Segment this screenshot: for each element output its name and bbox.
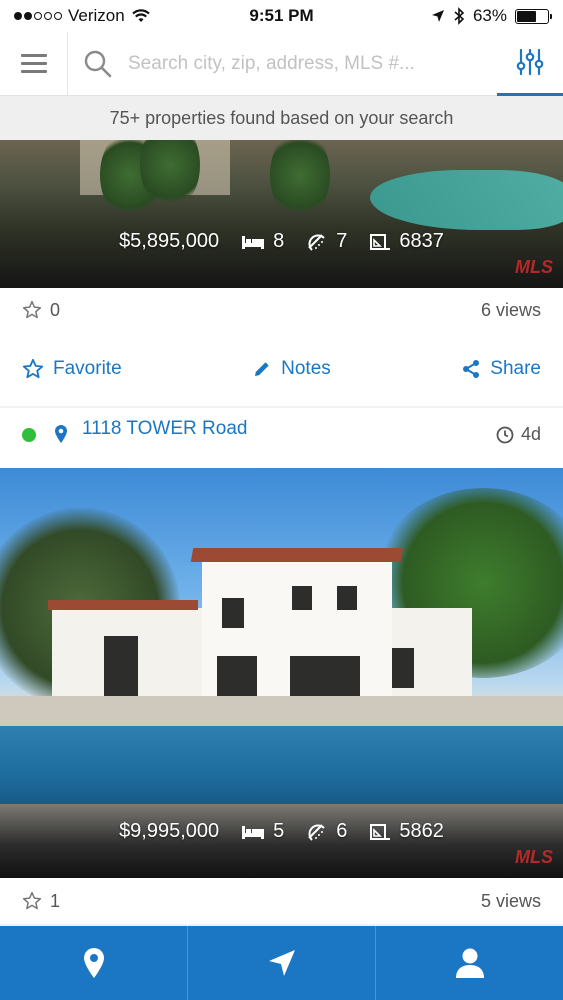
mls-logo: MLS (515, 847, 553, 867)
favorite-count-value: 0 (50, 299, 61, 320)
listing-meta: 1 5 views (0, 878, 563, 924)
bath-icon (308, 233, 326, 251)
listing-meta: 0 6 views (0, 288, 563, 332)
listing-photo[interactable]: $9,995,000 5 6 5862 MLS (0, 468, 563, 878)
status-bar: Verizon 9:51 PM 63% (0, 0, 563, 32)
navigation-icon (268, 950, 295, 976)
tab-map[interactable] (0, 926, 188, 1000)
area-icon (370, 233, 391, 250)
filter-button[interactable] (497, 32, 563, 96)
search-icon (68, 49, 128, 79)
notes-button[interactable]: Notes (252, 358, 331, 380)
beds-count: 5 (273, 820, 285, 842)
baths-stat: 6 (306, 820, 347, 843)
sliders-icon (516, 48, 544, 76)
bottom-tab-bar (0, 926, 563, 1000)
hamburger-line (20, 70, 47, 73)
carrier-label: Verizon (68, 6, 125, 25)
views-count: 6 views (480, 299, 541, 320)
listing-actions: Favorite Notes Share (0, 332, 563, 406)
listing-age: 4d (496, 424, 541, 445)
tab-profile[interactable] (376, 926, 563, 1000)
menu-button[interactable] (0, 31, 68, 96)
favorite-count: 1 (22, 891, 60, 912)
area-icon (370, 823, 391, 840)
active-status-dot (22, 428, 36, 442)
favorite-count: 0 (22, 300, 60, 321)
pencil-icon (255, 362, 269, 376)
hamburger-line (20, 54, 47, 57)
favorite-count-value: 1 (50, 890, 61, 911)
listing-header: 1118 TOWER Road 4d (0, 408, 563, 468)
baths-count: 6 (336, 820, 348, 842)
mls-logo: MLS (515, 257, 553, 277)
share-icon (463, 360, 480, 378)
listing-price: $9,995,000 (119, 820, 220, 842)
results-count-banner: 75+ properties found based on your searc… (0, 96, 563, 140)
bath-icon (308, 823, 326, 841)
bed-icon (242, 235, 265, 249)
star-outline-icon (22, 300, 42, 319)
baths-count: 7 (336, 230, 348, 252)
beds-count: 8 (273, 230, 285, 252)
location-arrow-icon (431, 10, 444, 22)
map-pin-icon (55, 425, 67, 443)
status-left: Verizon (14, 6, 204, 26)
notes-label: Notes (281, 358, 331, 379)
pool-image (0, 726, 563, 804)
signal-strength-icon (14, 12, 62, 20)
listing-footer: 0 6 views Favorite Notes Share (0, 288, 563, 406)
house-image (48, 548, 472, 703)
listing-price: $5,895,000 (119, 230, 220, 252)
listing-stats: $9,995,000 5 6 5862 (0, 820, 563, 843)
sqft-value: 6837 (399, 230, 444, 252)
star-outline-icon (22, 891, 42, 910)
listing-stats: $5,895,000 8 7 6837 (0, 230, 563, 253)
share-label: Share (490, 358, 541, 379)
favorite-label: Favorite (53, 358, 122, 379)
hamburger-line (20, 62, 47, 65)
wifi-icon (131, 9, 150, 22)
tab-nearby[interactable] (188, 926, 376, 1000)
beds-stat: 8 (241, 230, 284, 253)
clock-icon (496, 426, 514, 443)
map-pin-icon (83, 948, 104, 978)
listing-age-value: 4d (520, 424, 541, 444)
battery-icon (515, 8, 552, 24)
share-button[interactable]: Share (461, 358, 541, 380)
search-input[interactable] (128, 52, 497, 75)
battery-percent: 63% (472, 6, 507, 25)
star-icon (22, 358, 44, 379)
clock: 9:51 PM (249, 6, 314, 25)
status-right: 63% (359, 6, 552, 26)
baths-stat: 7 (306, 230, 347, 253)
user-icon (455, 948, 484, 978)
sqft-value: 5862 (399, 820, 444, 842)
views-count: 5 views (480, 890, 541, 911)
search-bar (0, 31, 563, 96)
sqft-stat: 6837 (369, 230, 444, 253)
favorite-button[interactable]: Favorite (22, 358, 122, 380)
bluetooth-icon (454, 7, 465, 25)
bed-icon (242, 825, 265, 839)
listing-address[interactable]: 1118 TOWER Road (82, 418, 247, 440)
listing-footer: 1 5 views (0, 878, 563, 924)
beds-stat: 5 (241, 820, 284, 843)
listing-photo[interactable]: $5,895,000 8 7 6837 MLS (0, 140, 563, 288)
sqft-stat: 5862 (369, 820, 444, 843)
